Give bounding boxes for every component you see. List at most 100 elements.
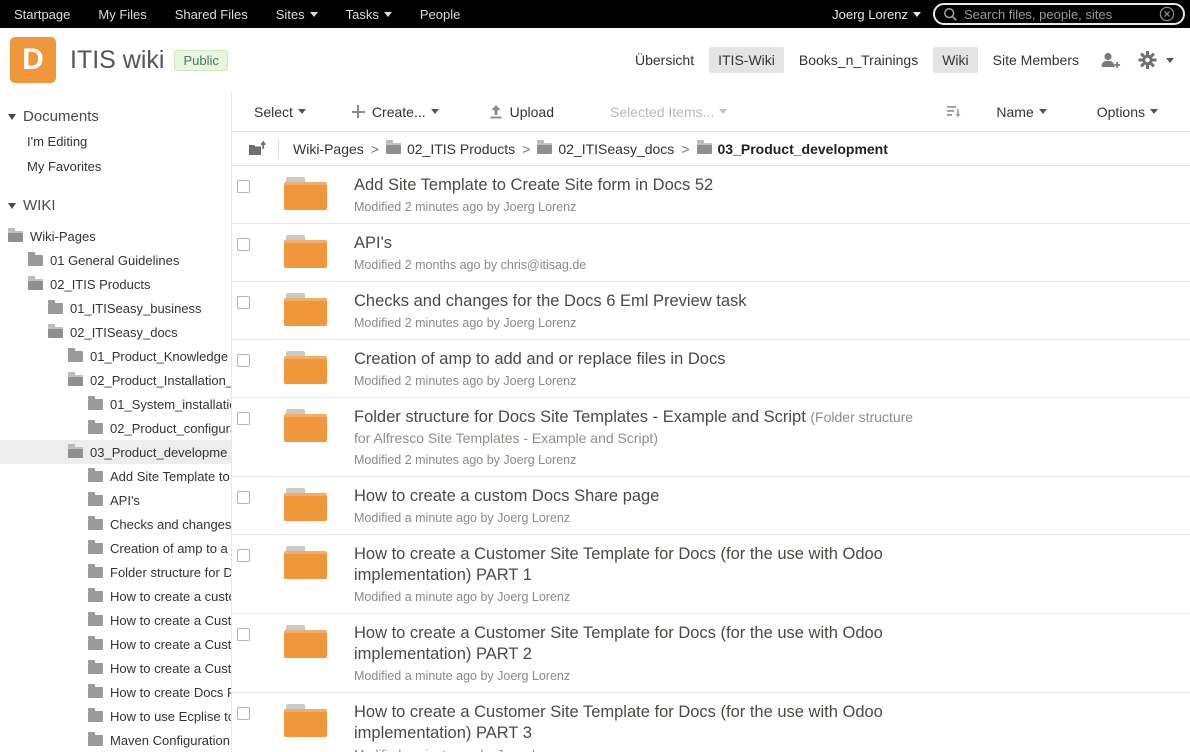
item-title[interactable]: Folder structure for Docs Site Templates… xyxy=(354,407,919,449)
sort-field-button[interactable]: Name xyxy=(986,104,1056,120)
folder-open-icon xyxy=(28,275,43,290)
tree-item[interactable]: 02_Product_Installation_ xyxy=(0,368,231,392)
item-title[interactable]: How to create a Customer Site Template f… xyxy=(354,702,919,744)
tree-item[interactable]: How to create a custo xyxy=(0,584,231,608)
tree-item[interactable]: How to create Docs F xyxy=(0,680,231,704)
select-button[interactable]: Select xyxy=(244,104,316,120)
item-title[interactable]: Creation of amp to add and or replace fi… xyxy=(354,349,725,370)
folder-icon xyxy=(88,563,103,578)
item-title[interactable]: Checks and changes for the Docs 6 Eml Pr… xyxy=(354,291,747,312)
selected-items-button[interactable]: Selected Items... xyxy=(600,104,737,120)
tree-item[interactable]: 02_Product_configura xyxy=(0,416,231,440)
section-collapse-icon xyxy=(8,113,16,120)
nav-tasks-menu[interactable]: Tasks xyxy=(332,7,406,22)
tree-item[interactable]: 02_ITIS Products xyxy=(0,272,231,296)
folder-icon[interactable] xyxy=(284,409,327,442)
tree-item[interactable]: 01_ITISeasy_business xyxy=(0,296,231,320)
row-checkbox[interactable] xyxy=(237,628,250,641)
row-checkbox[interactable] xyxy=(237,180,250,193)
tree-item[interactable]: How to create a Cust xyxy=(0,656,231,680)
search-clear-icon[interactable] xyxy=(1159,6,1175,22)
tree-item[interactable]: Maven Configuration xyxy=(0,728,231,752)
tree-item[interactable]: 01_System_installatio xyxy=(0,392,231,416)
item-modified: Modified 2 minutes ago by Joerg Lorenz xyxy=(354,453,577,467)
folder-up-icon[interactable] xyxy=(248,140,268,158)
upload-button[interactable]: Upload xyxy=(479,104,564,120)
search-input[interactable] xyxy=(964,6,1153,22)
user-menu[interactable]: Joerg Lorenz xyxy=(820,7,933,22)
tree-item[interactable]: How to use Ecplise to xyxy=(0,704,231,728)
sidebar-item-my-favorites[interactable]: My Favorites xyxy=(0,154,231,179)
item-title[interactable]: API's xyxy=(354,233,586,254)
folder-icon xyxy=(537,140,553,154)
row-checkbox[interactable] xyxy=(237,412,250,425)
folder-icon[interactable] xyxy=(284,546,327,579)
tree-item[interactable]: Wiki-Pages xyxy=(0,224,231,248)
folder-open-icon xyxy=(8,227,23,242)
folder-icon xyxy=(88,515,103,530)
tree-item[interactable]: Checks and changes xyxy=(0,512,231,536)
tree-item[interactable]: How to create a Cust xyxy=(0,608,231,632)
nav-shared-files[interactable]: Shared Files xyxy=(161,7,262,22)
folder-icon[interactable] xyxy=(284,293,327,326)
settings-gear-icon[interactable] xyxy=(1137,50,1158,70)
breadcrumb-current[interactable]: 03_Product_development xyxy=(718,141,888,157)
row-checkbox[interactable] xyxy=(237,549,250,562)
tree-item[interactable]: API's xyxy=(0,488,231,512)
caret-down-icon[interactable] xyxy=(1166,57,1174,63)
item-title[interactable]: How to create a Customer Site Template f… xyxy=(354,623,919,665)
breadcrumb: Wiki-Pages > 02_ITIS Products > 02_ITISe… xyxy=(232,132,1190,166)
tree-item[interactable]: 01 General Guidelines xyxy=(0,248,231,272)
row-checkbox[interactable] xyxy=(237,354,250,367)
item-title[interactable]: How to create a custom Docs Share page xyxy=(354,486,659,507)
folder-icon xyxy=(88,539,103,554)
folder-icon xyxy=(88,635,103,650)
row-checkbox[interactable] xyxy=(237,238,250,251)
folder-icon[interactable] xyxy=(284,488,327,521)
options-button[interactable]: Options xyxy=(1087,104,1168,120)
nav-my-files[interactable]: My Files xyxy=(84,7,160,22)
nav-startpage[interactable]: Startpage xyxy=(0,7,84,22)
table-row: Folder structure for Docs Site Templates… xyxy=(232,398,1190,477)
folder-icon[interactable] xyxy=(284,351,327,384)
site-nav-uebersicht[interactable]: Übersicht xyxy=(626,47,703,73)
add-user-icon[interactable] xyxy=(1099,50,1121,70)
sort-direction-icon[interactable] xyxy=(936,105,972,119)
site-title: ITIS wiki xyxy=(70,45,165,74)
breadcrumb-root[interactable]: Wiki-Pages xyxy=(293,141,364,157)
row-checkbox[interactable] xyxy=(237,296,250,309)
tree-item-selected[interactable]: 03_Product_developme xyxy=(0,440,231,464)
site-nav-itis-wiki[interactable]: ITIS-Wiki xyxy=(709,47,784,73)
folder-icon[interactable] xyxy=(284,177,327,210)
nav-sites-menu[interactable]: Sites xyxy=(262,7,332,22)
site-nav-wiki[interactable]: Wiki xyxy=(933,47,978,73)
folder-icon xyxy=(88,587,103,602)
site-logo[interactable]: D xyxy=(10,37,56,83)
tree-item[interactable]: How to create a Cust xyxy=(0,632,231,656)
create-button[interactable]: Create... xyxy=(342,104,449,120)
folder-icon xyxy=(28,251,43,266)
row-checkbox[interactable] xyxy=(237,491,250,504)
site-nav-site-members[interactable]: Site Members xyxy=(984,47,1088,73)
breadcrumb-crumb[interactable]: 02_ITIS Products xyxy=(407,141,515,157)
sidebar-section-documents[interactable]: Documents xyxy=(0,104,231,129)
item-title[interactable]: Add Site Template to Create Site form in… xyxy=(354,175,713,196)
sidebar-section-wiki[interactable]: WIKI xyxy=(0,193,231,218)
caret-down-icon xyxy=(719,109,728,114)
tree-item[interactable]: 01_Product_Knowledge xyxy=(0,344,231,368)
tree-item[interactable]: 02_ITISeasy_docs xyxy=(0,320,231,344)
row-checkbox[interactable] xyxy=(237,707,250,720)
site-nav-books-n-trainings[interactable]: Books_n_Trainings xyxy=(790,47,927,73)
folder-icon[interactable] xyxy=(284,625,327,658)
folder-icon[interactable] xyxy=(284,704,327,737)
tree-item[interactable]: Folder structure for D xyxy=(0,560,231,584)
tree-item[interactable]: Creation of amp to a xyxy=(0,536,231,560)
sidebar-item-im-editing[interactable]: I'm Editing xyxy=(0,129,231,154)
nav-people[interactable]: People xyxy=(406,7,474,22)
tree-item[interactable]: Add Site Template to xyxy=(0,464,231,488)
item-title[interactable]: How to create a Customer Site Template f… xyxy=(354,544,919,586)
caret-down-icon xyxy=(309,11,318,17)
folder-icon[interactable] xyxy=(284,235,327,268)
breadcrumb-crumb[interactable]: 02_ITISeasy_docs xyxy=(558,141,674,157)
caret-down-icon xyxy=(913,11,921,17)
